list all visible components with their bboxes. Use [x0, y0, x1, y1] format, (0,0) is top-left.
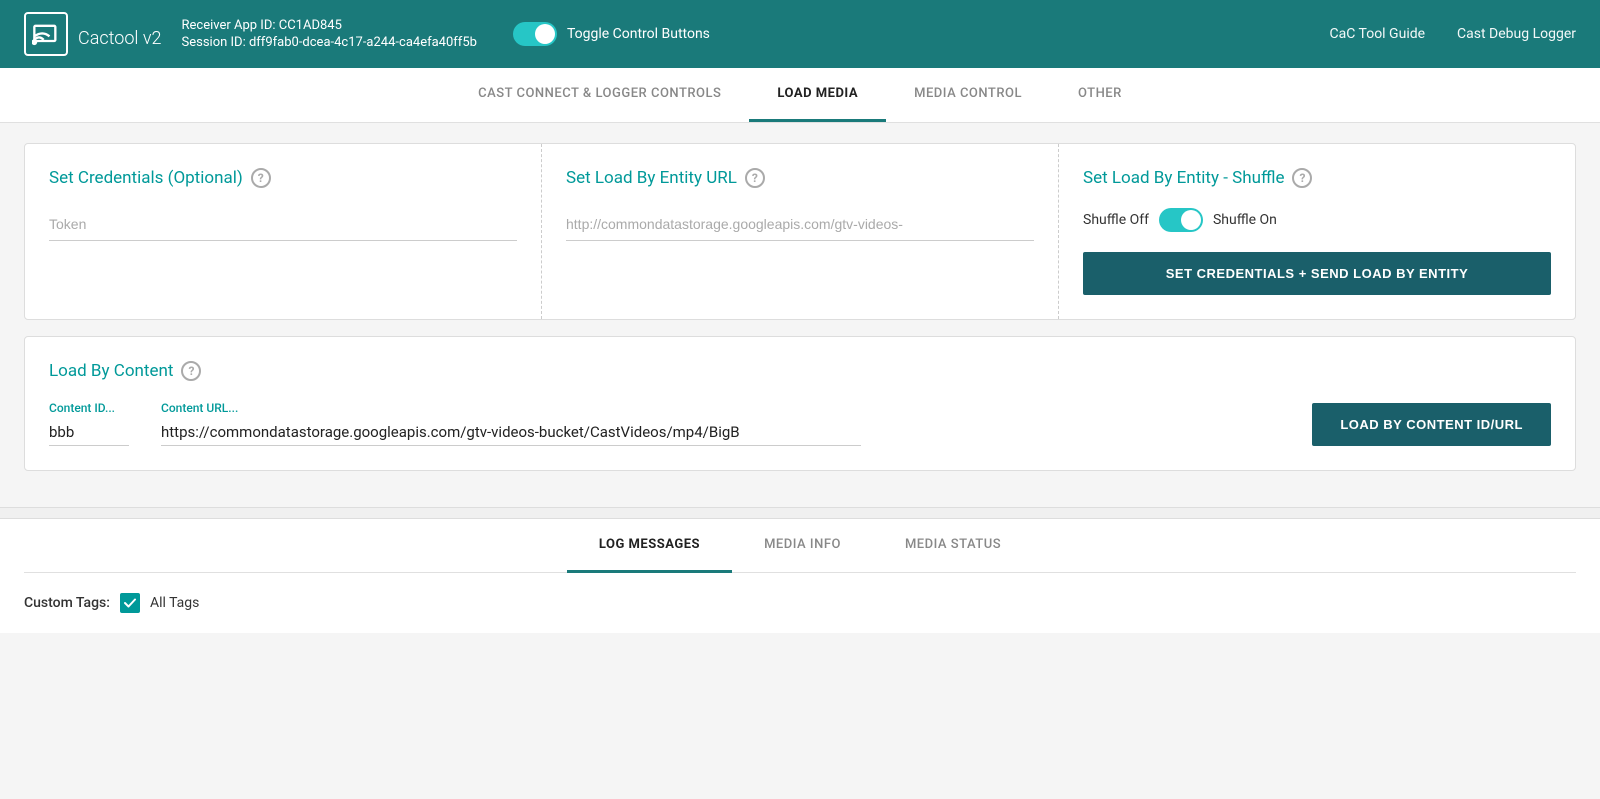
load-content-card: Load By Content ? Content ID... bbb Cont…: [24, 336, 1576, 471]
cards-row: Set Credentials (Optional) ? Set Load By…: [24, 143, 1576, 320]
tab-media-info[interactable]: MEDIA INFO: [732, 519, 873, 573]
card-credentials: Set Credentials (Optional) ?: [25, 144, 542, 319]
content-id-label: Content ID...: [49, 401, 129, 415]
session-id: Session ID: dff9fab0-dcea-4c17-a244-ca4e…: [182, 35, 477, 50]
load-entity-shuffle-help-icon[interactable]: ?: [1292, 168, 1312, 188]
set-credentials-send-load-button[interactable]: SET CREDENTIALS + SEND LOAD BY ENTITY: [1083, 252, 1551, 295]
content-url-label: Content URL...: [161, 401, 1280, 415]
bottom-section: LOG MESSAGES MEDIA INFO MEDIA STATUS Cus…: [0, 519, 1600, 633]
credentials-help-icon[interactable]: ?: [251, 168, 271, 188]
all-tags-checkbox[interactable]: [120, 593, 140, 613]
entity-url-input[interactable]: [566, 208, 1034, 241]
card-credentials-title: Set Credentials (Optional) ?: [49, 168, 517, 188]
load-content-help-icon[interactable]: ?: [181, 361, 201, 381]
bottom-tabs-bar: LOG MESSAGES MEDIA INFO MEDIA STATUS: [24, 519, 1576, 573]
session-info: Receiver App ID: CC1AD845 Session ID: df…: [182, 18, 477, 50]
shuffle-toggle[interactable]: [1159, 208, 1203, 232]
section-divider: [0, 507, 1600, 519]
cast-icon: [24, 12, 68, 56]
token-input[interactable]: [49, 208, 517, 241]
toggle-switch[interactable]: [513, 22, 557, 46]
tab-log-messages[interactable]: LOG MESSAGES: [567, 519, 732, 573]
toggle-label: Toggle Control Buttons: [567, 26, 710, 42]
all-tags-label: All Tags: [150, 595, 199, 611]
custom-tags-label: Custom Tags:: [24, 595, 110, 611]
tab-load-media[interactable]: LOAD MEDIA: [749, 68, 886, 122]
logo-text: Cactool v2: [78, 18, 162, 51]
content-url-value[interactable]: https://commondatastorage.googleapis.com…: [161, 419, 861, 446]
logo: Cactool v2: [24, 12, 162, 56]
card-load-entity-url: Set Load By Entity URL ?: [542, 144, 1059, 319]
load-content-fields: Content ID... bbb Content URL... https:/…: [49, 401, 1551, 446]
content-id-group: Content ID... bbb: [49, 401, 129, 446]
header-nav: CaC Tool Guide Cast Debug Logger: [1330, 26, 1577, 42]
custom-tags-row: Custom Tags: All Tags: [24, 573, 1576, 633]
tab-media-control[interactable]: MEDIA CONTROL: [886, 68, 1050, 122]
main-tabs-bar: CAST CONNECT & LOGGER CONTROLS LOAD MEDI…: [0, 68, 1600, 123]
shuffle-on-label: Shuffle On: [1213, 212, 1277, 228]
card-load-entity-url-title: Set Load By Entity URL ?: [566, 168, 1034, 188]
content-id-value[interactable]: bbb: [49, 419, 129, 446]
main-content: Set Credentials (Optional) ? Set Load By…: [0, 123, 1600, 507]
app-header: Cactool v2 Receiver App ID: CC1AD845 Ses…: [0, 0, 1600, 68]
card-load-entity-shuffle: Set Load By Entity - Shuffle ? Shuffle O…: [1059, 144, 1575, 319]
content-url-group: Content URL... https://commondatastorage…: [161, 401, 1280, 446]
load-content-title: Load By Content ?: [49, 361, 1551, 381]
tab-other[interactable]: OTHER: [1050, 68, 1150, 122]
shuffle-off-label: Shuffle Off: [1083, 212, 1149, 228]
tab-cast-connect[interactable]: CAST CONNECT & LOGGER CONTROLS: [450, 68, 749, 122]
shuffle-row: Shuffle Off Shuffle On: [1083, 208, 1551, 232]
tab-media-status[interactable]: MEDIA STATUS: [873, 519, 1033, 573]
toggle-control[interactable]: Toggle Control Buttons: [513, 22, 710, 46]
receiver-app-id: Receiver App ID: CC1AD845: [182, 18, 477, 33]
cac-tool-guide-link[interactable]: CaC Tool Guide: [1330, 26, 1426, 42]
card-load-entity-shuffle-title: Set Load By Entity - Shuffle ?: [1083, 168, 1551, 188]
cast-debug-logger-link[interactable]: Cast Debug Logger: [1457, 26, 1576, 42]
load-by-content-button[interactable]: LOAD BY CONTENT ID/URL: [1312, 403, 1551, 446]
load-entity-url-help-icon[interactable]: ?: [745, 168, 765, 188]
